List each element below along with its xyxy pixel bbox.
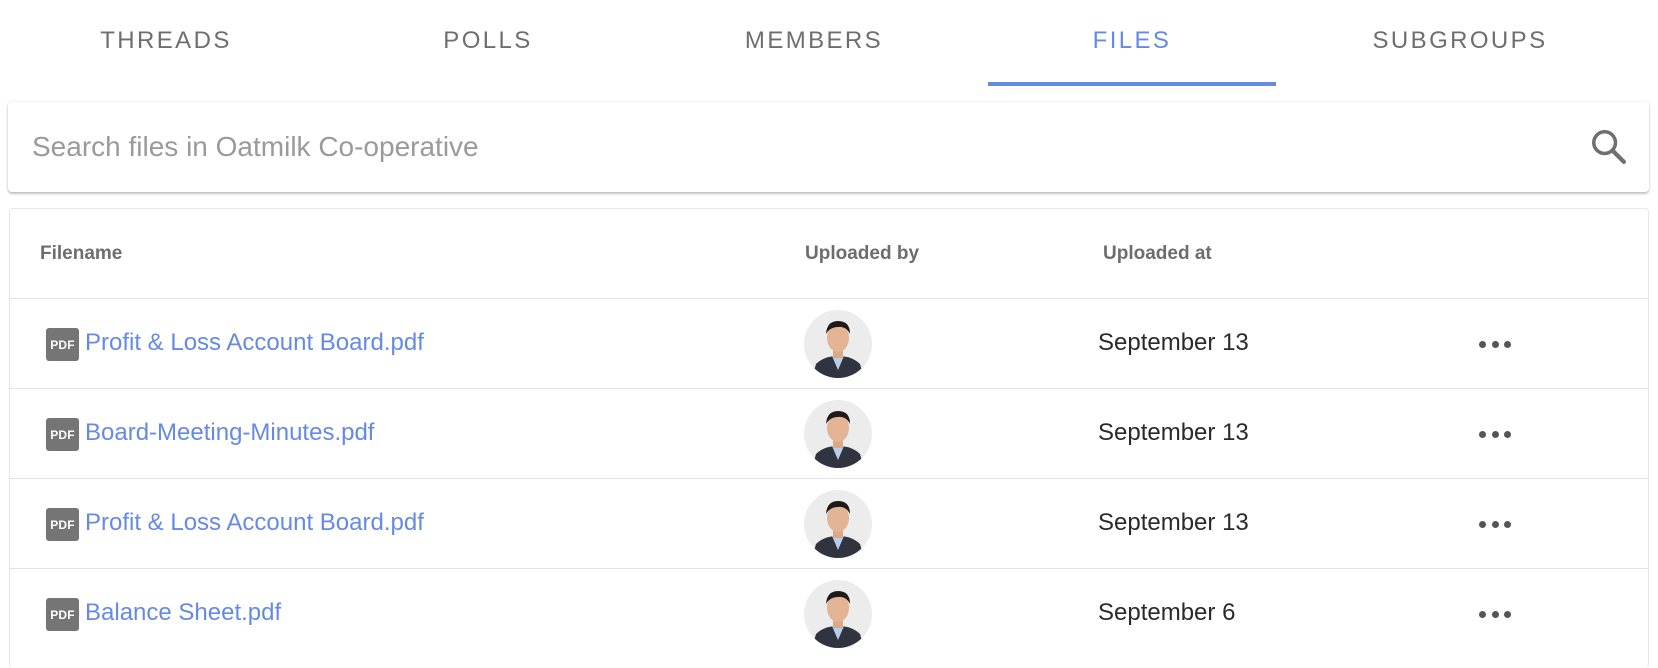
files-table: Filename Uploaded by Uploaded at PDF Pro… [9, 208, 1649, 668]
more-actions-icon[interactable] [1475, 329, 1515, 359]
file-link[interactable]: Profit & Loss Account Board.pdf [85, 509, 424, 537]
tab-polls[interactable]: POLLS [388, 0, 588, 88]
file-link[interactable]: Board-Meeting-Minutes.pdf [85, 419, 374, 447]
more-actions-icon[interactable] [1475, 419, 1515, 449]
table-header: Filename Uploaded by Uploaded at [10, 209, 1648, 299]
upload-date: September 13 [1098, 329, 1249, 356]
search-bar [8, 102, 1649, 192]
tab-subgroups[interactable]: SUBGROUPS [1360, 0, 1560, 88]
upload-date: September 6 [1098, 599, 1236, 626]
avatar[interactable] [804, 400, 872, 468]
column-header-filename[interactable]: Filename [40, 243, 122, 265]
column-header-uploaded-by[interactable]: Uploaded by [805, 243, 919, 265]
more-actions-icon[interactable] [1475, 599, 1515, 629]
file-link[interactable]: Profit & Loss Account Board.pdf [85, 329, 424, 357]
column-header-uploaded-at[interactable]: Uploaded at [1103, 243, 1212, 265]
avatar[interactable] [804, 490, 872, 558]
table-row: PDF Board-Meeting-Minutes.pdf September … [10, 389, 1648, 479]
table-row: PDF Balance Sheet.pdf September 6 [10, 569, 1648, 659]
pdf-file-icon: PDF [46, 418, 79, 451]
file-link[interactable]: Balance Sheet.pdf [85, 599, 281, 627]
table-row: PDF Profit & Loss Account Board.pdf Sept… [10, 299, 1648, 389]
pdf-file-icon: PDF [46, 598, 79, 631]
search-input[interactable] [30, 124, 1530, 170]
pdf-file-icon: PDF [46, 328, 79, 361]
upload-date: September 13 [1098, 509, 1249, 536]
tab-bar: THREADS POLLS MEMBERS FILES SUBGROUPS [0, 0, 1658, 88]
search-icon[interactable] [1588, 126, 1630, 168]
pdf-file-icon: PDF [46, 508, 79, 541]
more-actions-icon[interactable] [1475, 509, 1515, 539]
table-row: PDF Profit & Loss Account Board.pdf Sept… [10, 479, 1648, 569]
avatar[interactable] [804, 310, 872, 378]
tab-threads[interactable]: THREADS [66, 0, 266, 88]
active-tab-indicator [988, 82, 1276, 86]
avatar[interactable] [804, 580, 872, 648]
tab-files[interactable]: FILES [1032, 0, 1232, 88]
upload-date: September 13 [1098, 419, 1249, 446]
tab-members[interactable]: MEMBERS [714, 0, 914, 88]
